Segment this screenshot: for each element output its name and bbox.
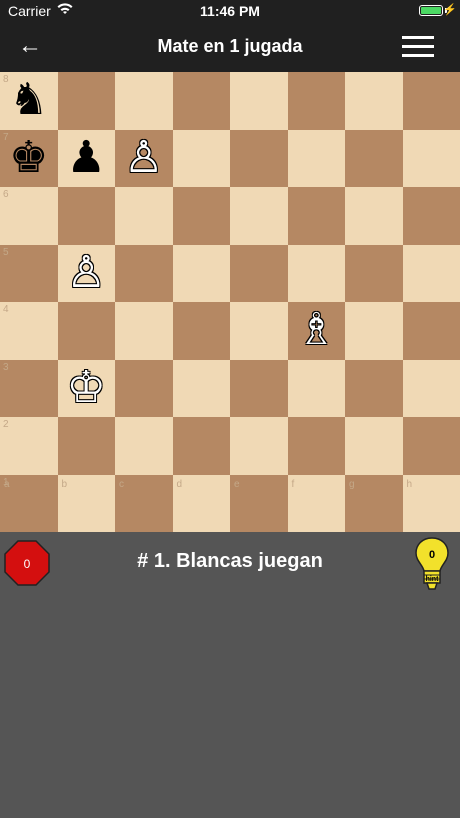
square-h5[interactable] [402,244,460,302]
square-d3[interactable] [172,359,230,417]
black-knight-icon[interactable]: ♞ [0,74,58,126]
square-f1[interactable]: f [287,474,345,532]
square-d6[interactable] [172,187,230,245]
square-b5[interactable]: ♙ [57,244,116,302]
page-title: Mate en 1 jugada [157,36,303,56]
chess-board[interactable]: 8 ♞ 7 ♚ ♟ ♙ 6 5 ♙ 4 ♗ 3 ♔ 2 1 a b c d e f g h [0,72,460,532]
rank-label: 5 [3,246,9,258]
square-d8[interactable] [172,72,230,130]
square-e6[interactable] [230,187,288,245]
square-e4[interactable] [230,302,288,360]
square-g2[interactable] [345,417,403,475]
square-h8[interactable] [402,72,460,130]
white-king-icon[interactable]: ♔ [58,362,116,414]
square-f6[interactable] [287,187,345,245]
square-c4[interactable] [115,302,173,360]
square-b7[interactable]: ♟ [57,129,116,187]
square-h1[interactable]: h [402,474,460,532]
square-d1[interactable]: d [172,474,230,532]
lightbulb-hint-icon[interactable]: 0 hint [414,536,450,592]
charging-icon: ⚡ [443,4,457,16]
file-label: a [4,479,10,490]
rank-label: 6 [3,189,9,200]
hint-label: hint [426,576,439,583]
square-a3[interactable]: 3 [0,359,58,417]
square-f5[interactable] [287,244,345,302]
file-label: h [406,479,413,490]
battery-icon [419,5,443,16]
square-f8[interactable] [287,72,345,130]
square-b1[interactable]: b [57,474,115,532]
square-d5[interactable] [172,244,230,302]
white-pawn-icon[interactable]: ♙ [115,132,173,184]
turn-status: # 1. Blancas juegan [137,550,323,572]
square-b2[interactable] [57,417,115,475]
square-e8[interactable] [230,72,288,130]
square-b6[interactable] [57,187,115,245]
square-g5[interactable] [345,244,403,302]
square-g7[interactable] [345,129,403,187]
square-g4[interactable] [345,302,403,360]
square-c3[interactable] [115,359,173,417]
square-h4[interactable] [402,302,460,360]
black-king-icon[interactable]: ♚ [0,132,58,184]
square-a2[interactable]: 2 [0,417,58,475]
square-f4[interactable]: ♗ [287,302,346,360]
square-e5[interactable] [230,244,288,302]
square-f7[interactable] [287,129,345,187]
square-e1[interactable]: e [230,474,288,532]
square-c8[interactable] [115,72,173,130]
square-d7[interactable] [172,129,230,187]
file-label: e [234,479,240,490]
file-label: c [119,479,124,490]
square-a7[interactable]: 7 ♚ [0,129,58,187]
square-g6[interactable] [345,187,403,245]
square-a6[interactable]: 6 [0,187,58,245]
square-c7[interactable]: ♙ [115,129,173,187]
square-b8[interactable] [57,72,115,130]
square-a8[interactable]: 8 ♞ [0,72,58,130]
info-panel: 0 # 1. Blancas juegan 0 hint [0,532,460,818]
hint-count: 0 [429,549,435,561]
white-pawn-icon[interactable]: ♙ [58,247,116,299]
square-d2[interactable] [172,417,230,475]
square-g3[interactable] [345,359,403,417]
square-a4[interactable]: 4 [0,302,58,360]
square-h6[interactable] [402,187,460,245]
file-label: b [61,479,68,490]
square-c5[interactable] [115,244,173,302]
square-g8[interactable] [345,72,403,130]
rank-label: 4 [3,304,9,315]
square-c1[interactable]: c [115,474,173,532]
square-f3[interactable] [287,359,345,417]
square-f2[interactable] [287,417,345,475]
square-h3[interactable] [402,359,460,417]
white-bishop-icon[interactable]: ♗ [288,304,346,356]
square-h2[interactable] [402,417,460,475]
black-pawn-icon[interactable]: ♟ [58,132,116,184]
hamburger-menu-icon[interactable] [402,36,434,58]
square-d4[interactable] [172,302,230,360]
file-label: d [176,479,183,490]
rank-label: 2 [3,419,9,430]
square-a5[interactable]: 5 [0,244,58,302]
square-g1[interactable]: g [345,474,403,532]
rank-label: 3 [3,361,9,373]
nav-bar: ← Mate en 1 jugada [0,22,460,72]
square-e7[interactable] [230,129,288,187]
square-b3[interactable]: ♔ [57,359,116,417]
square-c2[interactable] [115,417,173,475]
square-h7[interactable] [402,129,460,187]
status-bar: Carrier 11:46 PM ⚡ [0,0,460,22]
square-e3[interactable] [230,359,288,417]
file-label: g [349,479,355,490]
square-a1[interactable]: 1a [0,474,58,532]
square-e2[interactable] [230,417,288,475]
square-c6[interactable] [115,187,173,245]
file-label: f [291,479,295,490]
square-b4[interactable] [57,302,115,360]
clock: 11:46 PM [200,3,260,19]
